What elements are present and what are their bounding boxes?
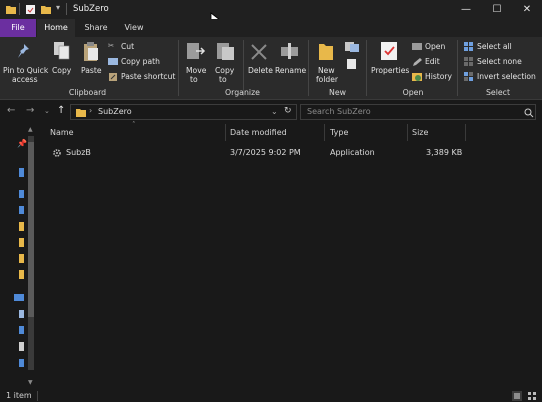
copy-to-icon (217, 43, 234, 60)
folder-icon[interactable] (19, 270, 24, 279)
status-divider (37, 391, 38, 401)
refresh-icon[interactable]: ↻ (284, 106, 292, 116)
search-icon (524, 108, 534, 118)
column-size[interactable]: Size (412, 128, 428, 137)
search-input[interactable]: Search SubZero (307, 107, 371, 116)
breadcrumb-separator-icon: › (89, 106, 93, 115)
delete-x-icon (251, 44, 267, 60)
clipboard-group-label: Clipboard (68, 88, 107, 97)
tab-share[interactable]: Share (78, 19, 114, 37)
properties-icon (381, 42, 397, 60)
ribbon-divider (366, 40, 367, 96)
large-icons-view-icon[interactable] (527, 391, 537, 401)
address-bar[interactable]: › SubZero ⌄ ↻ (70, 104, 297, 120)
pin-icon (18, 44, 29, 58)
copy-icon (54, 42, 70, 60)
new-item-icon (345, 42, 359, 52)
file-size: 3,389 KB (426, 148, 463, 157)
scroll-down-icon[interactable]: ▼ (28, 379, 33, 386)
column-date-modified[interactable]: Date modified (230, 128, 287, 137)
scroll-up-icon[interactable]: ▲ (28, 126, 33, 133)
invert-selection-icon (464, 72, 473, 81)
tab-view[interactable]: View (115, 19, 153, 37)
navigation-pane: 📌 ▲ ▼ (0, 124, 36, 390)
tab-home[interactable]: Home (37, 19, 75, 37)
file-date-modified: 3/7/2025 9:02 PM (230, 148, 301, 157)
ribbon-divider (308, 40, 309, 96)
downloads-icon[interactable] (19, 359, 24, 367)
select-none-icon (464, 57, 473, 66)
column-divider[interactable] (465, 124, 466, 141)
desktop-icon[interactable] (19, 326, 24, 334)
tab-file[interactable]: File (0, 19, 36, 37)
ribbon-tabs: File Home Share View (0, 19, 542, 37)
details-view-icon[interactable] (512, 391, 522, 401)
paste-icon (84, 42, 98, 61)
this-pc-icon[interactable] (14, 294, 24, 301)
folder-icon (6, 6, 16, 14)
select-all-icon (464, 42, 473, 51)
customize-quick-access-icon[interactable]: ▾ (56, 3, 60, 14)
column-name[interactable]: Name (50, 128, 74, 137)
column-headers: ˆ Name Date modified Type Size (40, 121, 542, 141)
navigation-bar: ← → ⌄ ↑ › SubZero ⌄ ↻ Search SubZero (0, 100, 542, 124)
column-divider[interactable] (225, 124, 226, 141)
back-arrow-icon[interactable]: ← (7, 105, 15, 116)
close-button[interactable]: ✕ (512, 0, 542, 19)
downloads-icon[interactable] (19, 168, 24, 177)
recent-locations-chevron-icon[interactable]: ⌄ (44, 107, 50, 115)
easy-access-icon (347, 59, 356, 69)
application-gear-icon (53, 149, 61, 157)
open-group-label: Open (402, 88, 424, 97)
new-folder-icon (319, 44, 333, 60)
pictures-icon[interactable] (19, 206, 24, 214)
ribbon: Pin to Quick access Copy Paste ✂ Cut Cop… (0, 37, 542, 100)
minimize-button[interactable]: — (451, 0, 481, 19)
ribbon-divider (178, 40, 179, 96)
window-title: SubZero (73, 4, 109, 14)
ribbon-divider (457, 40, 458, 96)
organize-group-label: Organize (225, 88, 260, 97)
documents-icon[interactable] (19, 190, 24, 198)
open-icon (412, 43, 422, 50)
move-to-icon (187, 43, 206, 59)
column-divider[interactable] (324, 124, 325, 141)
forward-arrow-icon[interactable]: → (26, 105, 34, 116)
item-count: 1 item (6, 391, 32, 400)
breadcrumb-subzero[interactable]: SubZero (98, 107, 132, 116)
properties-quick-icon[interactable] (25, 4, 36, 15)
maximize-button[interactable]: ☐ (482, 0, 512, 19)
file-type: Application (330, 148, 375, 157)
history-icon (412, 73, 422, 81)
title-bar: ▾ SubZero — ☐ ✕ (0, 0, 542, 26)
column-type[interactable]: Type (330, 128, 348, 137)
quick-access-pin-icon[interactable]: 📌 (17, 139, 27, 148)
folder-icon[interactable] (19, 254, 24, 263)
file-name[interactable]: SubzB (66, 148, 91, 157)
folder-icon[interactable] (19, 238, 24, 247)
scissors-icon: ✂ (108, 41, 115, 50)
paste-shortcut-icon (109, 73, 117, 81)
file-row[interactable]: SubzB 3/7/2025 9:02 PM Application 3,389… (40, 145, 542, 161)
copy-path-icon (108, 58, 118, 65)
documents-icon[interactable] (19, 342, 24, 351)
nav-scrollbar-thumb[interactable] (28, 142, 34, 317)
folder-icon[interactable] (19, 222, 24, 231)
up-arrow-icon[interactable]: ↑ (57, 105, 65, 116)
new-group-label: New (328, 88, 346, 97)
folder-icon (76, 109, 86, 117)
objects-3d-icon[interactable] (19, 310, 24, 318)
new-folder-quick-icon[interactable] (40, 4, 52, 15)
sort-indicator-icon: ˆ (132, 121, 136, 129)
select-group-label: Select (485, 88, 511, 97)
column-divider[interactable] (407, 124, 408, 141)
search-box[interactable]: Search SubZero (300, 104, 536, 120)
edit-icon (413, 58, 422, 66)
rename-icon (281, 43, 298, 59)
address-dropdown-chevron-icon[interactable]: ⌄ (271, 107, 278, 116)
status-bar: 1 item (0, 390, 542, 402)
